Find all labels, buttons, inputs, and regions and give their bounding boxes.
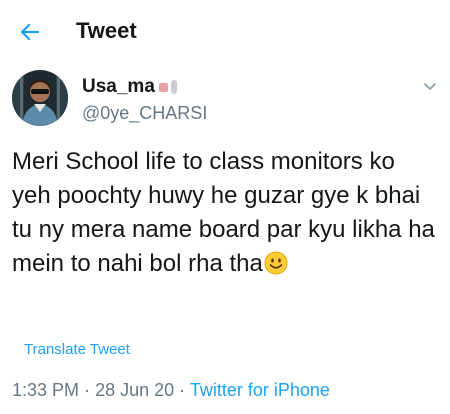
chevron-down-icon[interactable] (423, 82, 437, 92)
meta-separator: · (84, 380, 91, 400)
translate-tweet-link[interactable]: Translate Tweet (24, 341, 130, 358)
tweet-date: 28 Jun 20 (95, 380, 175, 400)
bottle-emoji-icon (170, 80, 177, 94)
header: Tweet (0, 0, 450, 62)
page-title: Tweet (76, 18, 137, 43)
meta-separator: · (179, 380, 186, 400)
tweet-time: 1:33 PM (12, 380, 80, 400)
flag-emoji-icon (158, 82, 168, 92)
author-name-text: Usa_ma (82, 76, 155, 97)
tweet-source-link[interactable]: Twitter for iPhone (190, 380, 330, 400)
arrow-left-icon[interactable] (18, 20, 42, 44)
tweet-text: Meri School life to class monitors ko ye… (12, 145, 436, 281)
smiley-emoji-icon (264, 251, 288, 275)
avatar[interactable] (12, 70, 68, 126)
author-display-name[interactable]: Usa_ma (82, 76, 177, 98)
tweet-body: Meri School life to class monitors ko ye… (12, 148, 435, 277)
author-handle[interactable]: @0ye_CHARSI (82, 103, 207, 124)
user-avatar (12, 70, 68, 126)
tweet-meta: 1:33 PM · 28 Jun 20 · Twitter for iPhone (12, 380, 330, 401)
